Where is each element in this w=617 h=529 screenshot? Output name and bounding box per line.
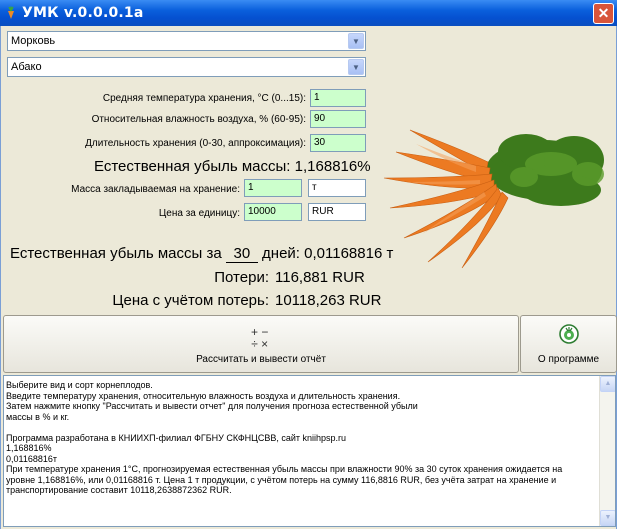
main-window: Морковь ▼ Абако ▼ Средняя температура хр… [0,26,617,529]
variety-select[interactable]: Абако ▼ [7,57,366,77]
price-with-losses-label: Цена с учётом потерь: [112,292,269,309]
humidity-label: Относительная влажность воздуха, % (60-9… [91,114,306,125]
about-button[interactable]: О программе [520,315,617,373]
chevron-down-icon[interactable]: ▼ [348,59,364,75]
temperature-label: Средняя температура хранения, °С (0...15… [102,93,306,104]
crop-select[interactable]: Морковь ▼ [7,31,366,51]
duration-input[interactable]: 30 [310,134,366,152]
report-output-line: Выберите вид и сорт корнеплодов. [6,380,153,390]
carrot-app-icon [8,6,14,19]
report-output-line: Введите температуру хранения, относитель… [6,390,401,401]
chevron-down-icon[interactable]: ▼ [348,33,364,49]
carrot-image [383,129,604,269]
duration-label: Длительность хранения (0-30, аппроксимац… [85,138,306,149]
calculate-report-button[interactable]: + − ÷ × Рассчитать и вывести отчёт [3,315,519,373]
calculate-report-label: Рассчитать и вывести отчёт [196,354,326,365]
window-title: УМК v.0.0.0.1a [22,5,144,21]
close-button[interactable]: ✕ [593,3,614,24]
temperature-input[interactable]: 1 [310,89,366,107]
title-bar[interactable]: УМК v.0.0.0.1a ✕ [0,0,617,26]
natural-loss-percent-value: 1,168816% [294,158,371,175]
report-output-line: Программа разработана в КНИИХП-филиал ФГ… [6,432,347,443]
mass-label: Масса закладываемая на хранение: [71,184,240,195]
natural-loss-percent: Естественная убыль массы: 1,168816% [94,158,371,175]
losses-label: Потери: [214,269,269,286]
report-output-line: 0,01168816т [6,453,58,464]
loss-for-days: Естественная убыль массы за 30 дней: 0,0… [10,245,393,263]
price-label: Цена за единицу: [158,208,240,219]
calculator-icon: + − ÷ × [251,325,269,351]
loss-days-value: 30 [225,245,258,263]
losses-value: 116,881 RUR [275,269,365,286]
crop-select-value: Морковь [11,35,56,47]
variety-select-value: Абако [11,61,42,73]
vertical-scrollbar[interactable]: ▲ ▼ [599,376,615,526]
loss-for-days-prefix: Естественная убыль массы за [10,245,222,262]
loss-for-days-suffix: дней: [262,245,300,262]
scroll-down-icon[interactable]: ▼ [600,510,615,526]
report-output-line: 1,168816% [6,443,52,453]
report-output-line [6,422,598,433]
report-output-line: Затем нажмите кнопку "Рассчитать и вывес… [6,401,418,411]
report-output-text: Выберите вид и сорт корнеплодов. Введите … [6,380,598,496]
report-output-line: При температуре хранения 1°С, прогнозиру… [6,464,563,474]
about-label: О программе [537,354,600,365]
natural-loss-percent-label: Естественная убыль массы: [94,158,291,175]
report-output-textarea[interactable]: Выберите вид и сорт корнеплодов. Введите … [3,375,616,527]
report-output-line: транспортирование составит 10118,2638872… [6,485,232,495]
mass-unit-field[interactable]: т [308,179,366,197]
scroll-up-icon[interactable]: ▲ [600,376,615,392]
report-output-line: уровне 1,168816%, или 0,01168816 т. Цена… [6,474,557,485]
price-input[interactable]: 10000 [244,203,302,221]
report-output-line: массы в % и кг. [6,411,70,422]
price-with-losses-value: 10118,263 RUR [275,292,382,309]
program-logo-icon [559,324,579,344]
loss-for-days-value: 0,01168816 т [304,245,394,262]
mass-input[interactable]: 1 [244,179,302,197]
humidity-input[interactable]: 90 [310,110,366,128]
currency-field[interactable]: RUR [308,203,366,221]
